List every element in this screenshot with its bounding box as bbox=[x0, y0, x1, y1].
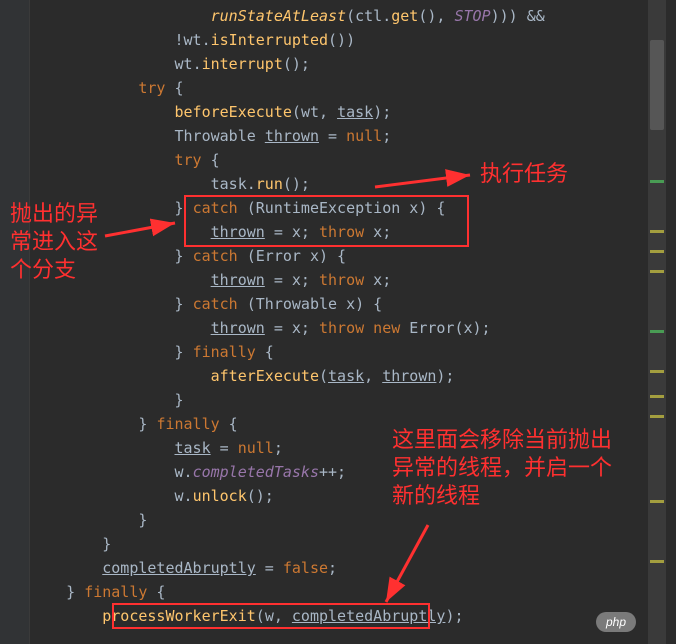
scroll-marker bbox=[650, 500, 664, 503]
code-line: beforeExecute(wt, task); bbox=[30, 100, 646, 124]
scroll-marker bbox=[650, 230, 664, 233]
code-line: runStateAtLeast(ctl.get(), STOP))) && bbox=[30, 4, 646, 28]
scroll-marker bbox=[650, 560, 664, 563]
code-line: } catch (RuntimeException x) { bbox=[30, 196, 646, 220]
scrollbar-thumb[interactable] bbox=[650, 40, 664, 130]
scroll-marker bbox=[650, 330, 664, 333]
code-line: completedAbruptly = false; bbox=[30, 556, 646, 580]
code-line: thrown = x; throw new Error(x); bbox=[30, 316, 646, 340]
code-line: } bbox=[30, 532, 646, 556]
code-line: thrown = x; throw x; bbox=[30, 268, 646, 292]
scroll-marker bbox=[650, 415, 664, 418]
scroll-marker bbox=[650, 250, 664, 253]
code-line: processWorkerExit(w, completedAbruptly); bbox=[30, 604, 646, 628]
scrollbar-track[interactable] bbox=[648, 0, 666, 644]
code-line: } finally { bbox=[30, 340, 646, 364]
code-line: } catch (Error x) { bbox=[30, 244, 646, 268]
code-line: thrown = x; throw x; bbox=[30, 220, 646, 244]
editor-gutter bbox=[0, 0, 30, 644]
annotation-left: 抛出的异常进入这个分支 bbox=[10, 200, 110, 284]
scroll-marker bbox=[650, 370, 664, 373]
code-line: wt.interrupt(); bbox=[30, 52, 646, 76]
code-line: } finally { bbox=[30, 580, 646, 604]
code-line: } bbox=[30, 388, 646, 412]
code-line: } bbox=[30, 508, 646, 532]
annotation-bottom-right: 这里面会移除当前抛出异常的线程，并启一个新的线程 bbox=[392, 426, 622, 510]
scroll-marker bbox=[650, 395, 664, 398]
code-line: try { bbox=[30, 76, 646, 100]
scroll-marker bbox=[650, 180, 664, 183]
code-editor: runStateAtLeast(ctl.get(), STOP))) && !w… bbox=[30, 0, 646, 644]
code-line: } catch (Throwable x) { bbox=[30, 292, 646, 316]
code-line: Throwable thrown = null; bbox=[30, 124, 646, 148]
code-line: !wt.isInterrupted()) bbox=[30, 28, 646, 52]
php-badge: php bbox=[596, 612, 636, 632]
scroll-marker bbox=[650, 270, 664, 273]
code-line: afterExecute(task, thrown); bbox=[30, 364, 646, 388]
annotation-top-right: 执行任务 bbox=[480, 160, 568, 188]
